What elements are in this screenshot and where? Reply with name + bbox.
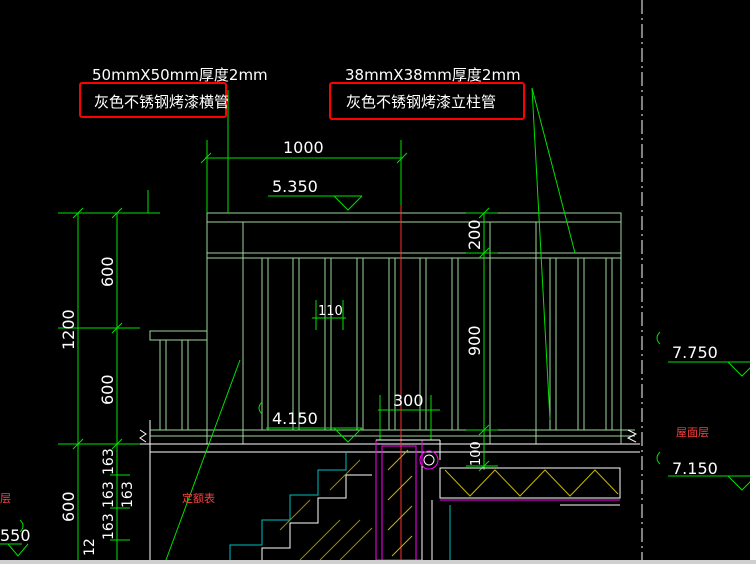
stair-section: [229, 439, 621, 561]
stair-163-d: 163: [120, 481, 136, 508]
cad-drawing-canvas[interactable]: 50mmX50mm厚度2mm 38mmX38mm厚度2mm 灰色不锈钢烤漆横管 …: [0, 0, 756, 564]
status-bar: [0, 560, 756, 564]
elevation-left: 550: [0, 526, 31, 545]
dim-1200: 1200: [59, 309, 78, 350]
dim-200: 200: [465, 219, 484, 250]
elevation-7750: 7.750: [672, 343, 718, 362]
dim-100: 100: [469, 441, 484, 466]
dim-1000: 1000: [283, 138, 324, 157]
stair-annotation: 定额表: [182, 491, 215, 505]
dim-110: 110: [318, 304, 343, 319]
stair-163-c: 163: [101, 513, 117, 540]
dim-300: 300: [393, 391, 424, 410]
elevation-7150: 7.150: [672, 459, 718, 478]
dim-600-upper: 600: [98, 256, 117, 287]
callout-horizontal-tube: 灰色不锈钢烤漆横管: [94, 93, 229, 111]
elevation-4150: 4.150: [272, 409, 318, 428]
elevation-5350: 5.350: [272, 177, 318, 196]
spec-vertical-tube: 38mmX38mm厚度2mm: [345, 66, 521, 84]
dim-600-lower: 600: [98, 374, 117, 405]
railing: [140, 212, 640, 453]
dim-12: 12: [82, 538, 98, 556]
break-mark-left: [139, 429, 147, 443]
spec-horizontal-tube: 50mmX50mm厚度2mm: [92, 66, 268, 84]
left-floor-label: 层: [0, 492, 11, 505]
roof-level-label: 屋面层: [676, 426, 709, 439]
stair-163-b: 163: [101, 481, 117, 508]
callout-vertical-post: 灰色不锈钢烤漆立柱管: [346, 93, 496, 111]
dim-600-bottom: 600: [59, 491, 78, 522]
stair-163-a: 163: [101, 448, 117, 475]
window-edge: [750, 0, 756, 564]
dim-900: 900: [465, 325, 484, 356]
